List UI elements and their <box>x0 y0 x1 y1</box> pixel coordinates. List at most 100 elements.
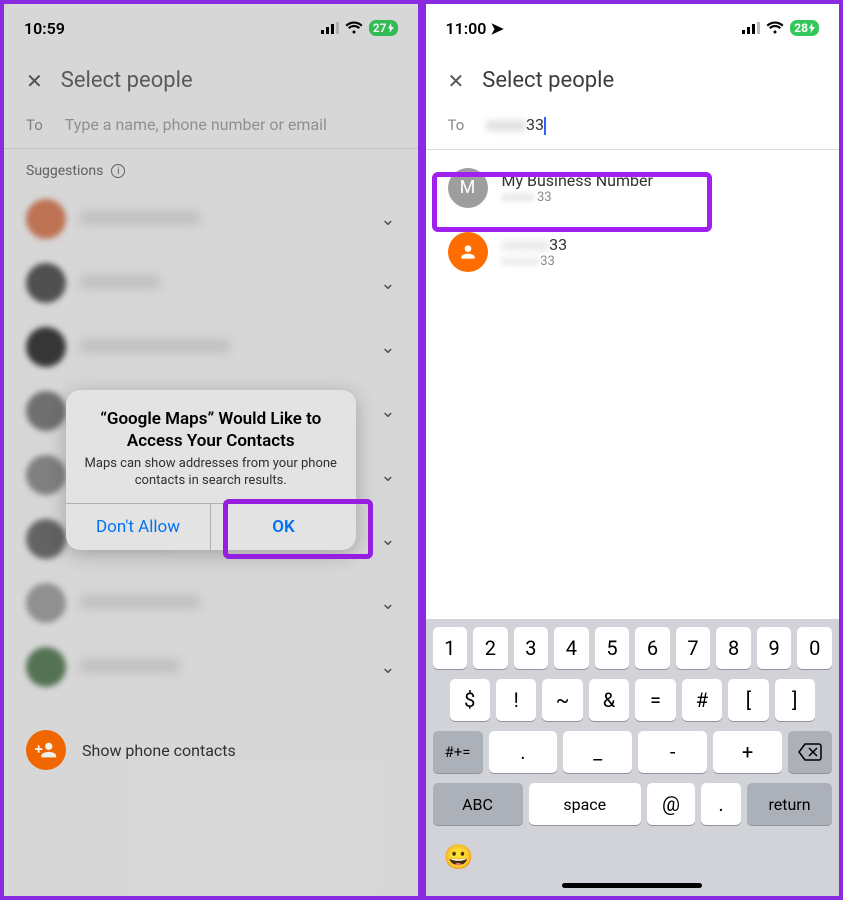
avatar <box>26 647 66 687</box>
chevron-down-icon[interactable]: ⌄ <box>380 465 395 486</box>
key-8[interactable]: 8 <box>716 627 751 669</box>
contact-name-blurred <box>80 339 230 353</box>
chevron-down-icon[interactable]: ⌄ <box>380 401 395 422</box>
signal-icon <box>321 19 339 38</box>
screen-header: ✕ Select people <box>4 52 418 115</box>
status-bar: 11:00➤ 28 <box>426 4 840 52</box>
suggestions-label-row: Suggestions i <box>4 149 418 187</box>
avatar <box>26 583 66 623</box>
avatar <box>26 199 66 239</box>
to-label: To <box>26 116 43 134</box>
to-field-row[interactable]: To Type a name, phone number or email <box>4 115 418 149</box>
key-4[interactable]: 4 <box>554 627 589 669</box>
header-title: Select people <box>61 68 193 93</box>
header-title: Select people <box>482 68 614 93</box>
key-backspace[interactable] <box>788 731 832 773</box>
info-icon[interactable]: i <box>111 164 125 178</box>
key-hyphen[interactable]: - <box>638 731 707 773</box>
chevron-down-icon[interactable]: ⌄ <box>380 209 395 230</box>
key-return[interactable]: return <box>747 783 832 825</box>
key-space[interactable]: space <box>529 783 642 825</box>
avatar <box>26 327 66 367</box>
key-dot[interactable]: . <box>701 783 741 825</box>
kb-row-3: #+= . _ - + <box>430 731 836 773</box>
contact-row[interactable]: ⌄ <box>14 571 408 635</box>
status-right: 27 <box>321 19 398 38</box>
chevron-down-icon[interactable]: ⌄ <box>380 593 395 614</box>
home-indicator[interactable] <box>562 883 702 888</box>
key-period[interactable]: . <box>489 731 558 773</box>
result-row-generic[interactable]: xxxxxx33 xxxxxx33 <box>436 220 830 284</box>
chevron-down-icon[interactable]: ⌄ <box>380 657 395 678</box>
key-at[interactable]: @ <box>647 783 695 825</box>
key-6[interactable]: 6 <box>635 627 670 669</box>
key-amp[interactable]: & <box>589 679 629 721</box>
status-right: 28 <box>742 19 819 38</box>
close-icon[interactable]: ✕ <box>26 69 43 93</box>
result-name: xxxxxx33 <box>502 235 818 254</box>
dialog-title: “Google Maps” Would Like to Access Your … <box>82 408 340 452</box>
key-tilde[interactable]: ~ <box>542 679 582 721</box>
status-time: 10:59 <box>24 19 65 38</box>
key-3[interactable]: 3 <box>514 627 549 669</box>
battery-icon: 28 <box>790 20 819 36</box>
chevron-down-icon[interactable]: ⌄ <box>380 337 395 358</box>
location-icon: ➤ <box>490 19 503 38</box>
avatar <box>26 263 66 303</box>
contact-row[interactable]: ⌄ <box>14 315 408 379</box>
add-contact-icon <box>26 730 66 770</box>
key-7[interactable]: 7 <box>676 627 711 669</box>
contact-name-blurred <box>80 211 200 225</box>
to-input[interactable]: xxxxx33 <box>486 115 817 135</box>
screen-header: ✕ Select people <box>426 52 840 115</box>
search-results: M My Business Number xxxxx 33 xxxxxx33 x… <box>426 150 840 284</box>
avatar <box>26 519 66 559</box>
suggestions-label: Suggestions <box>26 163 103 179</box>
key-dollar[interactable]: $ <box>450 679 490 721</box>
key-abc[interactable]: ABC <box>433 783 523 825</box>
key-2[interactable]: 2 <box>473 627 508 669</box>
phone-right: 11:00➤ 28 ✕ Select people To xxxxx33 M <box>426 4 840 896</box>
kb-row-2: $ ! ~ & = # [ ] <box>430 679 836 721</box>
dialog-message: Maps can show addresses from your phone … <box>82 456 340 490</box>
to-label: To <box>448 116 465 134</box>
emoji-row: 😀 <box>430 835 836 875</box>
dialog-deny-button[interactable]: Don't Allow <box>66 504 211 550</box>
kb-row-1: 1 2 3 4 5 6 7 8 9 0 <box>430 627 836 669</box>
to-input[interactable]: Type a name, phone number or email <box>65 115 396 134</box>
highlight-ok <box>223 499 373 559</box>
status-time: 11:00➤ <box>446 19 504 38</box>
close-icon[interactable]: ✕ <box>448 69 465 93</box>
chevron-down-icon[interactable]: ⌄ <box>380 273 395 294</box>
key-plus[interactable]: + <box>713 731 782 773</box>
avatar <box>26 455 66 495</box>
key-hash[interactable]: # <box>682 679 722 721</box>
signal-icon <box>742 19 760 38</box>
kb-row-4: ABC space @ . return <box>430 783 836 825</box>
contact-name-blurred <box>80 275 160 289</box>
contact-row[interactable]: ⌄ <box>14 187 408 251</box>
key-5[interactable]: 5 <box>595 627 630 669</box>
show-contacts-row[interactable]: Show phone contacts <box>4 714 418 786</box>
emoji-icon[interactable]: 😀 <box>444 843 474 871</box>
key-eq[interactable]: = <box>635 679 675 721</box>
key-bang[interactable]: ! <box>496 679 536 721</box>
wifi-icon <box>345 19 363 38</box>
key-1[interactable]: 1 <box>433 627 468 669</box>
phone-divider <box>418 4 426 896</box>
contact-row[interactable]: ⌄ <box>14 635 408 699</box>
to-input-blurred: xxxxx <box>486 115 526 134</box>
key-lbracket[interactable]: [ <box>728 679 768 721</box>
chevron-down-icon[interactable]: ⌄ <box>380 529 395 550</box>
key-0[interactable]: 0 <box>797 627 832 669</box>
key-9[interactable]: 9 <box>757 627 792 669</box>
key-symbols[interactable]: #+= <box>433 731 483 773</box>
phone-left: 10:59 27 ✕ Select people To Type a name,… <box>4 4 418 896</box>
key-rbracket[interactable]: ] <box>775 679 815 721</box>
battery-icon: 27 <box>369 20 398 36</box>
to-field-row[interactable]: To xxxxx33 <box>426 115 840 150</box>
contact-row[interactable]: ⌄ <box>14 251 408 315</box>
key-underscore[interactable]: _ <box>563 731 632 773</box>
result-sub: xxxxxx33 <box>502 254 818 269</box>
contact-name-blurred <box>80 595 200 609</box>
